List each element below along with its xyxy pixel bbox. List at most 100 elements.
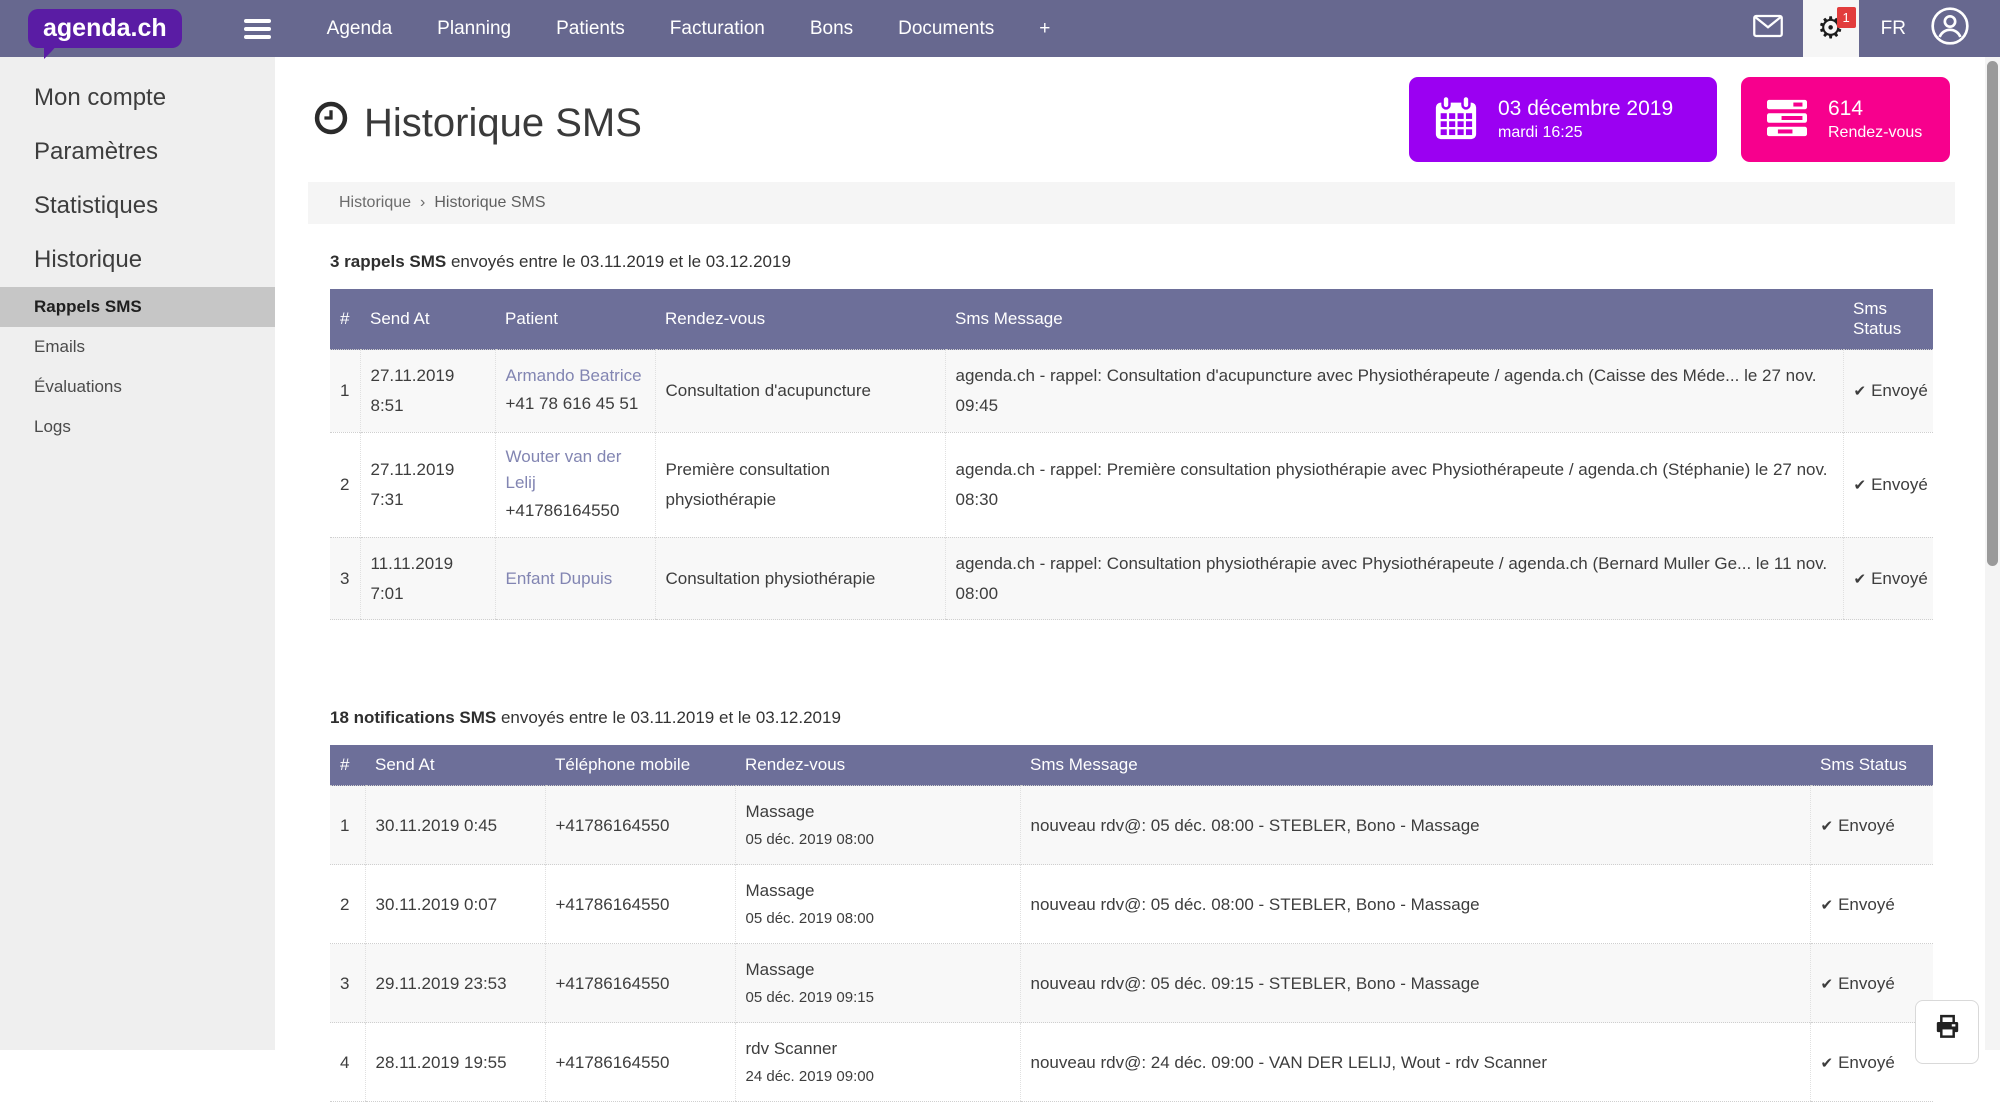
col-num: # <box>330 745 365 786</box>
check-icon: ✔ <box>1821 1054 1834 1072</box>
notification-badge: 1 <box>1837 7 1856 28</box>
reminder-row: 3 11.11.2019 7:01 Enfant Dupuis Consulta… <box>330 537 1933 620</box>
hamburger-menu-icon[interactable] <box>244 15 271 43</box>
nav-item[interactable]: Agenda <box>327 18 393 40</box>
sidebar-subitem[interactable]: Emails <box>0 327 275 367</box>
breadcrumb-parent[interactable]: Historique <box>339 194 411 212</box>
notifications-table: # Send At Téléphone mobile Rendez-vous S… <box>330 745 1933 1102</box>
settings-button[interactable]: ⚙ 1 <box>1803 0 1859 57</box>
messages-button[interactable] <box>1733 0 1803 57</box>
patient-link[interactable]: Enfant Dupuis <box>506 566 644 592</box>
sms-status-cell: ✔Envoyé <box>1810 786 1933 865</box>
check-icon: ✔ <box>1821 817 1834 835</box>
current-time-label: mardi 16:25 <box>1498 123 1673 144</box>
sms-status-cell: ✔Envoyé <box>1843 537 1933 620</box>
status-label: Envoyé <box>1871 475 1928 494</box>
nav-item[interactable]: Patients <box>556 18 625 40</box>
sidebar-item[interactable]: Paramètres <box>0 125 275 179</box>
status-label: Envoyé <box>1871 381 1928 400</box>
notification-row: 2 30.11.2019 0:07 +41786164550 Massage 0… <box>330 865 1933 944</box>
rdv-date: 24 déc. 2019 09:00 <box>746 1064 1010 1090</box>
rendezvous-cell: Consultation d'acupuncture <box>655 350 945 433</box>
send-at-cell: 30.11.2019 0:45 <box>365 786 545 865</box>
patient-phone: +41786164550 <box>506 501 620 520</box>
send-at-cell: 27.11.2019 7:31 <box>360 432 495 537</box>
col-phone: Téléphone mobile <box>545 745 735 786</box>
current-date-button[interactable]: 03 décembre 2019 mardi 16:25 <box>1409 77 1717 162</box>
sidebar-subitem[interactable]: Rappels SMS <box>0 287 275 327</box>
reminders-header-row: # Send At Patient Rendez-vous Sms Messag… <box>330 289 1933 350</box>
row-number: 1 <box>330 350 360 433</box>
check-icon: ✔ <box>1854 476 1867 494</box>
scrollbar-thumb[interactable] <box>1987 61 1998 566</box>
nav-item[interactable]: + <box>1039 18 1050 40</box>
sidebar-item[interactable]: Statistiques <box>0 179 275 233</box>
nav-item[interactable]: Planning <box>437 18 511 40</box>
rdv-title: Massage <box>746 955 1010 985</box>
status-label: Envoyé <box>1871 569 1928 588</box>
sms-message-cell: agenda.ch - rappel: Première consultatio… <box>945 432 1843 537</box>
send-at-cell: 11.11.2019 7:01 <box>360 537 495 620</box>
sms-status-cell: ✔Envoyé <box>1843 432 1933 537</box>
top-navbar: agenda.ch Agenda Planning Patients Factu… <box>0 0 2000 57</box>
rdv-date: 05 déc. 2019 08:00 <box>746 827 1010 853</box>
reminder-row: 2 27.11.2019 7:31 Wouter van der Lelij +… <box>330 432 1933 537</box>
agenda-logo[interactable]: agenda.ch <box>28 9 182 49</box>
rendezvous-cell: Massage 05 déc. 2019 08:00 <box>735 865 1020 944</box>
nav-item[interactable]: Bons <box>810 18 853 40</box>
rendezvous-count: 614 <box>1828 95 1922 122</box>
sidebar-subitem[interactable]: Logs <box>0 407 275 447</box>
sidebar: Mon compte Paramètres Statistiques Histo… <box>0 57 275 1050</box>
envelope-icon <box>1753 14 1783 43</box>
check-icon: ✔ <box>1821 896 1834 914</box>
calendar-icon <box>1433 94 1479 145</box>
notification-row: 4 28.11.2019 19:55 +41786164550 rdv Scan… <box>330 1023 1933 1102</box>
row-number: 3 <box>330 944 365 1023</box>
navbar-right: ⚙ 1 FR <box>1733 0 2000 57</box>
col-sms-message: Sms Message <box>945 289 1843 350</box>
rendezvous-cell: Massage 05 déc. 2019 09:15 <box>735 944 1020 1023</box>
sms-message-cell: nouveau rdv@: 05 déc. 08:00 - STEBLER, B… <box>1020 786 1810 865</box>
rdv-date: 05 déc. 2019 09:15 <box>746 985 1010 1011</box>
user-menu-button[interactable] <box>1930 0 1970 57</box>
header-actions: 03 décembre 2019 mardi 16:25 <box>1409 77 1950 162</box>
send-at-cell: 27.11.2019 8:51 <box>360 350 495 433</box>
patient-link[interactable]: Armando Beatrice <box>506 363 644 389</box>
sms-message-cell: nouveau rdv@: 05 déc. 08:00 - STEBLER, B… <box>1020 865 1810 944</box>
sms-message-cell: nouveau rdv@: 05 déc. 09:15 - STEBLER, B… <box>1020 944 1810 1023</box>
clock-icon <box>313 100 349 146</box>
reminders-summary: 3 rappels SMS envoyés entre le 03.11.201… <box>330 252 2000 272</box>
breadcrumb-separator: › <box>420 194 425 212</box>
status-label: Envoyé <box>1838 816 1895 835</box>
patient-link[interactable]: Wouter van der Lelij <box>506 444 644 497</box>
send-at-cell: 29.11.2019 23:53 <box>365 944 545 1023</box>
col-rendezvous: Rendez-vous <box>735 745 1020 786</box>
rendezvous-count-button[interactable]: 614 Rendez-vous <box>1741 77 1950 162</box>
language-selector[interactable]: FR <box>1881 18 1906 40</box>
notifications-header-row: # Send At Téléphone mobile Rendez-vous S… <box>330 745 1933 786</box>
sms-message-cell: nouveau rdv@: 24 déc. 09:00 - VAN DER LE… <box>1020 1023 1810 1102</box>
rdv-title: Massage <box>746 876 1010 906</box>
col-send-at: Send At <box>360 289 495 350</box>
rdv-date: 05 déc. 2019 08:00 <box>746 906 1010 932</box>
sidebar-subitem[interactable]: Évaluations <box>0 367 275 407</box>
rdv-title: rdv Scanner <box>746 1034 1010 1064</box>
patient-cell: Enfant Dupuis <box>495 537 655 620</box>
status-label: Envoyé <box>1838 1053 1895 1072</box>
printer-icon <box>1934 1013 1961 1045</box>
col-num: # <box>330 289 360 350</box>
row-number: 3 <box>330 537 360 620</box>
sms-message-cell: agenda.ch - rappel: Consultation d'acupu… <box>945 350 1843 433</box>
scrollbar-track[interactable] <box>1985 57 2000 1050</box>
status-label: Envoyé <box>1838 895 1895 914</box>
sidebar-item[interactable]: Mon compte <box>0 71 275 125</box>
nav-item[interactable]: Documents <box>898 18 994 40</box>
row-number: 4 <box>330 1023 365 1102</box>
rendezvous-cell: Première consultation physiothérapie <box>655 432 945 537</box>
nav-item[interactable]: Facturation <box>670 18 765 40</box>
send-at-cell: 28.11.2019 19:55 <box>365 1023 545 1102</box>
sidebar-item[interactable]: Historique <box>0 233 275 287</box>
col-sms-status: Sms Status <box>1843 289 1933 350</box>
patient-cell: Armando Beatrice +41 78 616 45 51 <box>495 350 655 433</box>
tasks-list-icon <box>1765 98 1809 141</box>
